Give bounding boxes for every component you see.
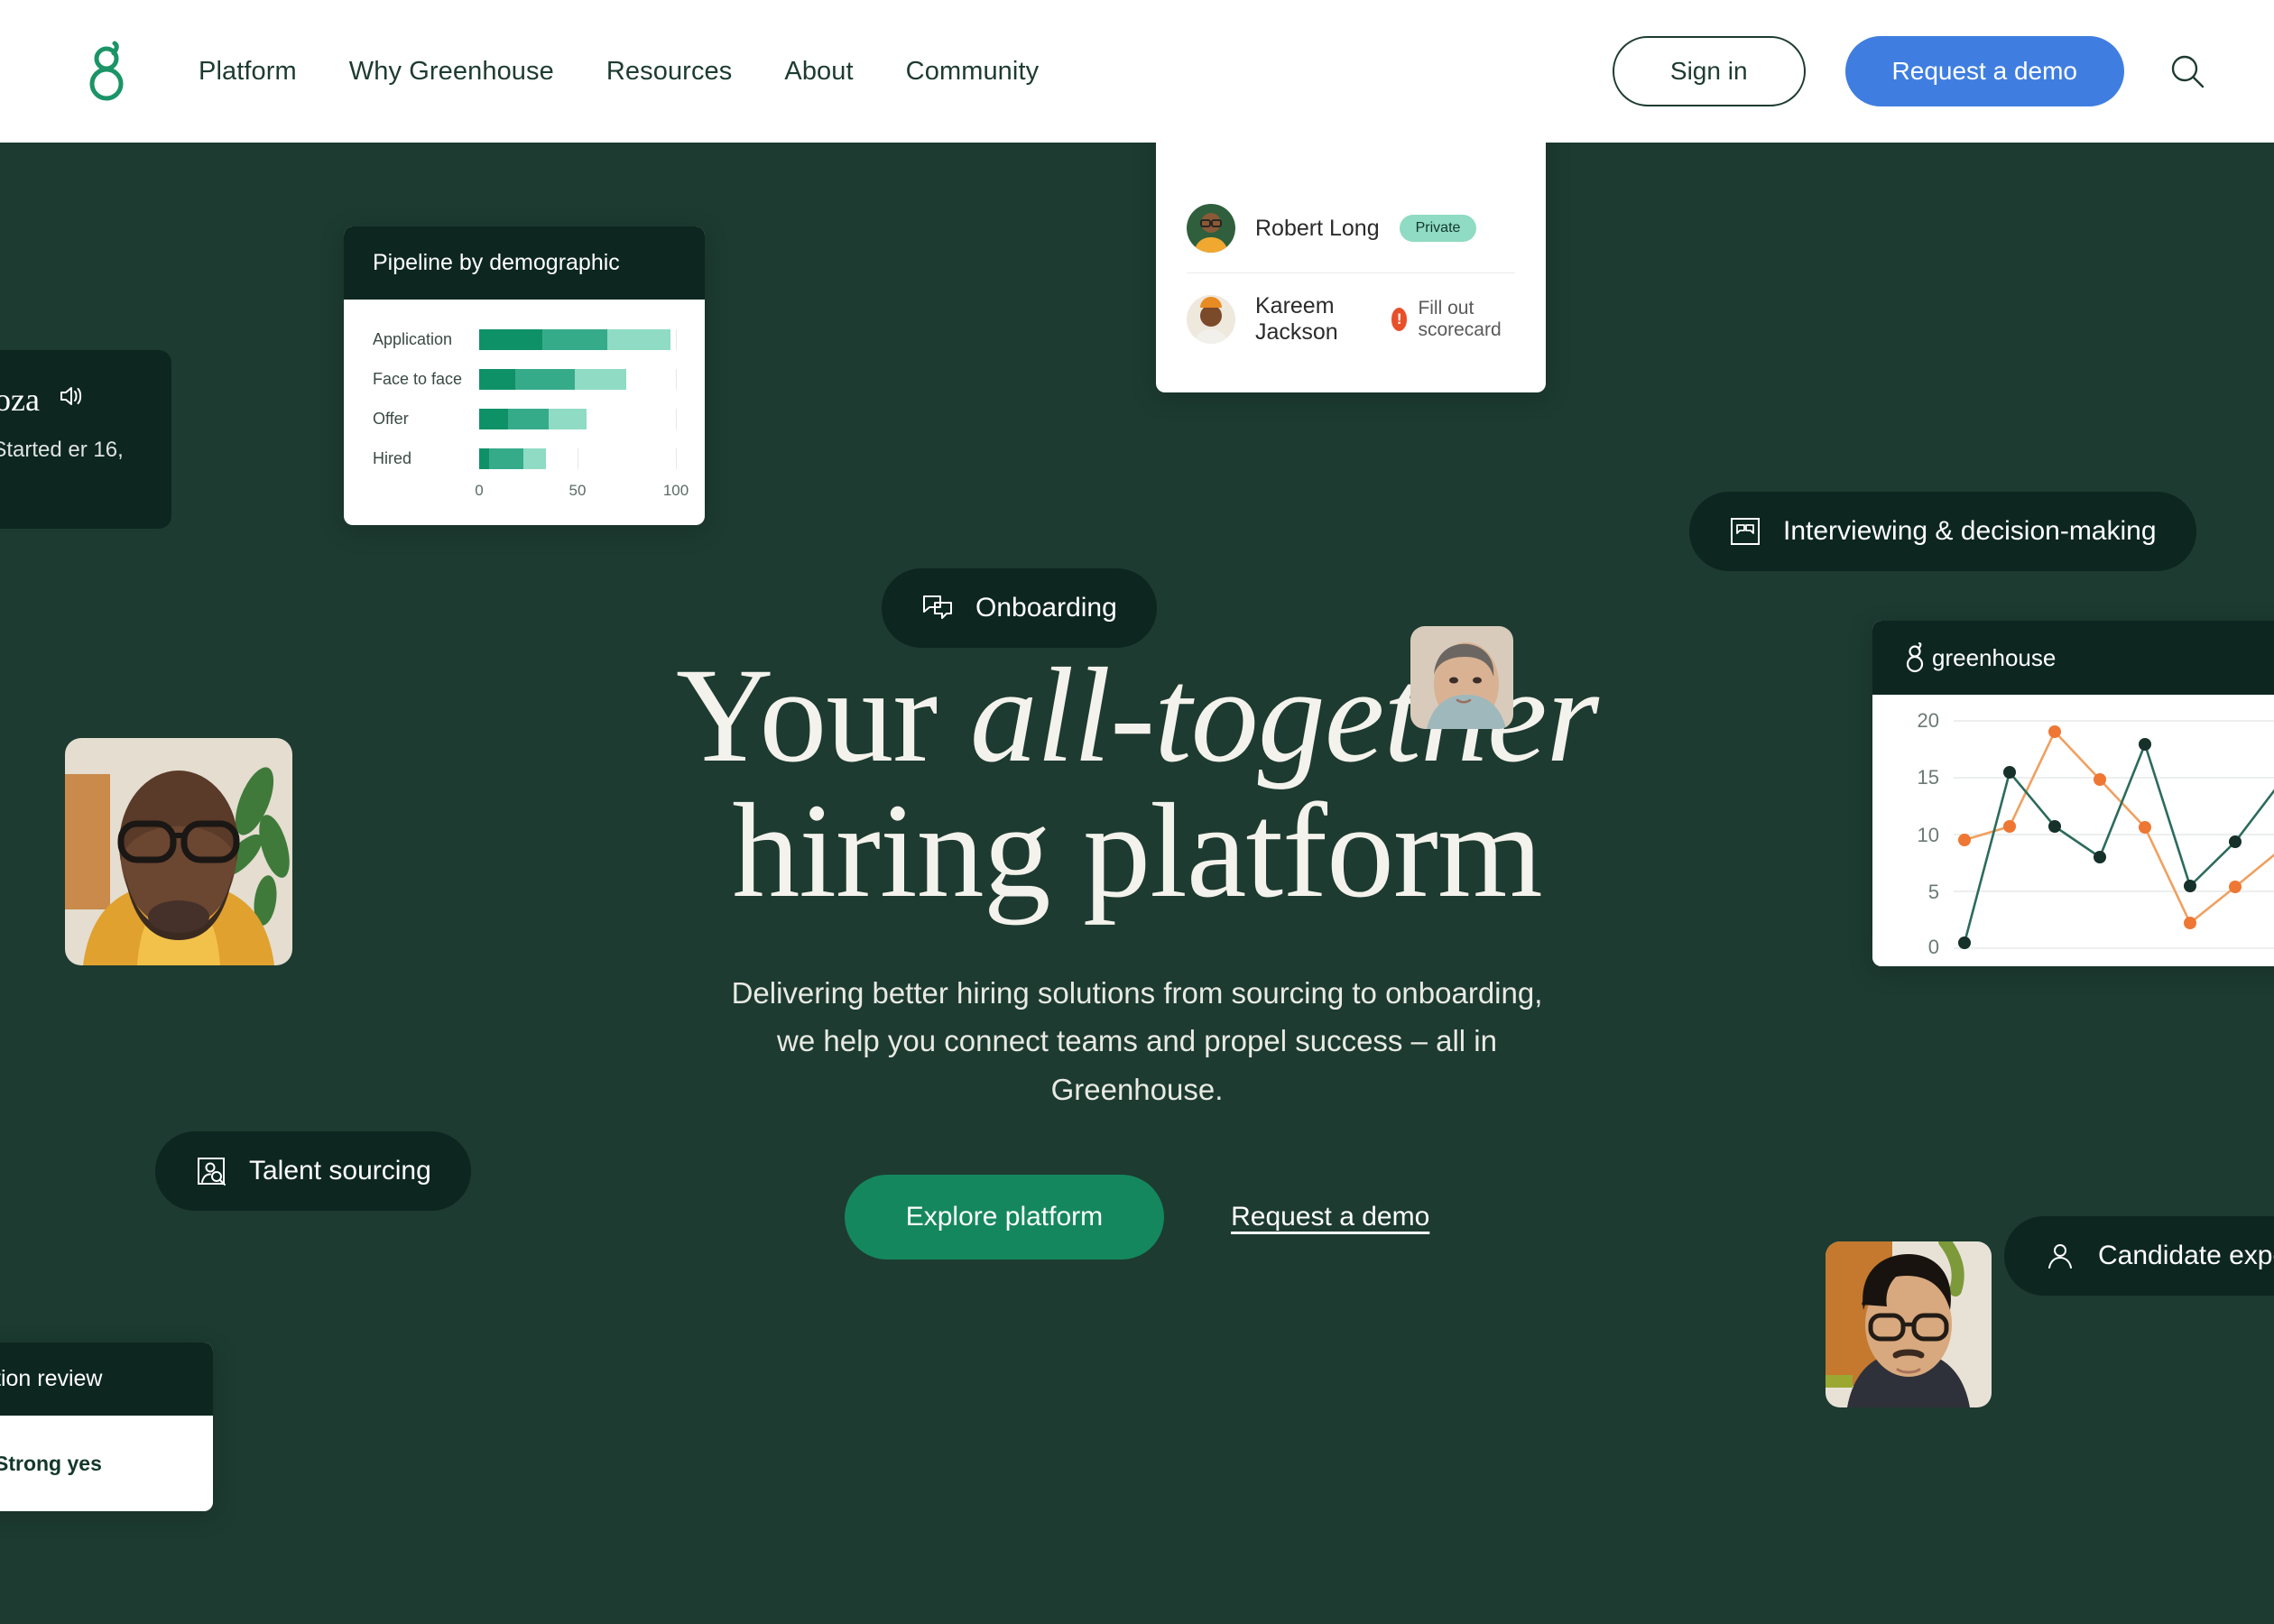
top-navigation-bar: Platform Why Greenhouse Resources About … (0, 0, 2274, 143)
candidate-name: Robert Long (1255, 215, 1380, 241)
pipeline-x-tick: 50 (568, 482, 587, 499)
request-a-demo-link[interactable]: Request a demo (1231, 1202, 1429, 1232)
pipeline-bar-track (479, 448, 677, 469)
nav-link-platform[interactable]: Platform (199, 57, 297, 87)
line-chart-brand-label: greenhouse (1932, 643, 2057, 671)
pill-label: Interviewing & decision-making (1783, 516, 2157, 546)
pill-candidate-experience[interactable]: Candidate experience (2004, 1216, 2274, 1296)
pipeline-bar-track (479, 408, 677, 429)
candidate-photo-bearded-man (65, 738, 292, 965)
application-review-title: Application review (0, 1343, 213, 1416)
line-chart-title: greenhouse (1872, 621, 2274, 695)
pipeline-category-label: Hired (373, 448, 412, 467)
chat-bubbles-icon (921, 592, 954, 624)
hero-subheading: Delivering better hiring solutions from … (731, 976, 1543, 1106)
candidate-info: Robert Long (1255, 216, 1380, 242)
pipeline-bar-row: Face to face (373, 363, 677, 395)
application-review-card: Application review Strong yes (0, 1343, 213, 1511)
candidate-photo-man-glasses (1826, 1241, 1992, 1407)
pipeline-by-demographic-card: Pipeline by demographic Application Face… (344, 226, 705, 525)
alert-icon: ! (1391, 308, 1408, 331)
line-y-tick: 15 (1917, 766, 1939, 789)
pipeline-bar-row: Hired (373, 442, 677, 475)
line-y-tick: 5 (1927, 881, 1939, 904)
pipeline-bar-row: Offer (373, 402, 677, 435)
person-search-icon (195, 1155, 227, 1187)
interview-bubbles-box-icon (1729, 515, 1761, 548)
application-review-rating: Strong yes (0, 1451, 102, 1475)
pipeline-bar-track (479, 328, 677, 350)
avatar (1187, 295, 1235, 344)
fill-out-scorecard-action[interactable]: ! Fill out scorecard (1391, 298, 1515, 341)
line-y-tick: 20 (1917, 708, 1939, 732)
speaker-sound-icon[interactable] (56, 381, 85, 419)
nav-actions: Sign in Request a demo (1612, 36, 2211, 106)
nav-link-why-greenhouse[interactable]: Why Greenhouse (349, 57, 554, 87)
candidate-photo-woman (1410, 626, 1513, 729)
pipeline-category-label: Application (373, 329, 453, 348)
search-icon[interactable] (2164, 48, 2211, 95)
candidate-name: Kareem Jackson (1255, 293, 1338, 345)
nav-link-resources[interactable]: Resources (606, 57, 733, 87)
scorecard-status-text: Fill out scorecard (1418, 298, 1502, 340)
pipeline-bar-row: Application (373, 323, 677, 355)
pill-label: Onboarding (975, 593, 1117, 623)
application-review-rating-row: Strong yes (0, 1416, 213, 1511)
table-row[interactable]: Robert Long Private (1187, 184, 1515, 272)
candidate-name-card: Mendoza er/hers Started er 16, 2024 (0, 350, 171, 529)
request-a-demo-button[interactable]: Request a demo (1844, 36, 2124, 106)
headline-line-2: hiring platform (732, 776, 1542, 926)
pipeline-x-tick: 100 (662, 482, 689, 499)
line-chart-plot: 20 15 10 5 0 (1872, 695, 2274, 966)
person-icon (2044, 1240, 2076, 1272)
pipeline-x-axis: 0 50 100 (475, 482, 689, 505)
nav-links: Platform Why Greenhouse Resources About … (199, 57, 1039, 87)
line-y-tick: 0 (1927, 936, 1939, 959)
pill-talent-sourcing[interactable]: Talent sourcing (155, 1131, 471, 1211)
pipeline-card-title: Pipeline by demographic (344, 226, 705, 300)
sign-in-button[interactable]: Sign in (1612, 36, 1806, 106)
pipeline-category-label: Offer (373, 409, 409, 428)
pill-label: Talent sourcing (249, 1156, 431, 1186)
candidate-info: Kareem Jackson (1255, 293, 1372, 346)
avatar (1187, 204, 1235, 253)
pill-label: Candidate experience (2098, 1241, 2274, 1270)
candidate-list-card: Robert Long Private Kareem Jackson ! Fil… (1156, 143, 1546, 392)
pill-onboarding[interactable]: Onboarding (882, 568, 1157, 648)
pipeline-chart: Application Face to face Offer Hired 0 5… (344, 300, 705, 525)
table-row[interactable]: Kareem Jackson ! Fill out scorecard (1187, 273, 1515, 365)
explore-platform-button[interactable]: Explore platform (844, 1175, 1165, 1260)
candidate-name-row: Mendoza (0, 381, 135, 419)
hero-section: Mendoza er/hers Started er 16, 2024 Pipe… (0, 143, 2274, 1624)
line-y-tick: 10 (1917, 823, 1939, 846)
greenhouse-g-logo-icon[interactable] (87, 39, 126, 104)
pill-interviewing-decision-making[interactable]: Interviewing & decision-making (1689, 492, 2196, 571)
candidate-meta: er/hers Started er 16, 2024 (0, 438, 124, 462)
pipeline-bar-track (479, 368, 677, 390)
pipeline-x-tick: 0 (475, 482, 484, 499)
greenhouse-line-chart-card: greenhouse 20 15 10 5 0 (1872, 621, 2274, 966)
nav-link-about[interactable]: About (784, 57, 853, 87)
pipeline-category-label: Face to face (373, 369, 463, 388)
nav-link-community[interactable]: Community (906, 57, 1040, 87)
status-badge: Private (1399, 215, 1477, 242)
candidate-name: Mendoza (0, 382, 40, 418)
